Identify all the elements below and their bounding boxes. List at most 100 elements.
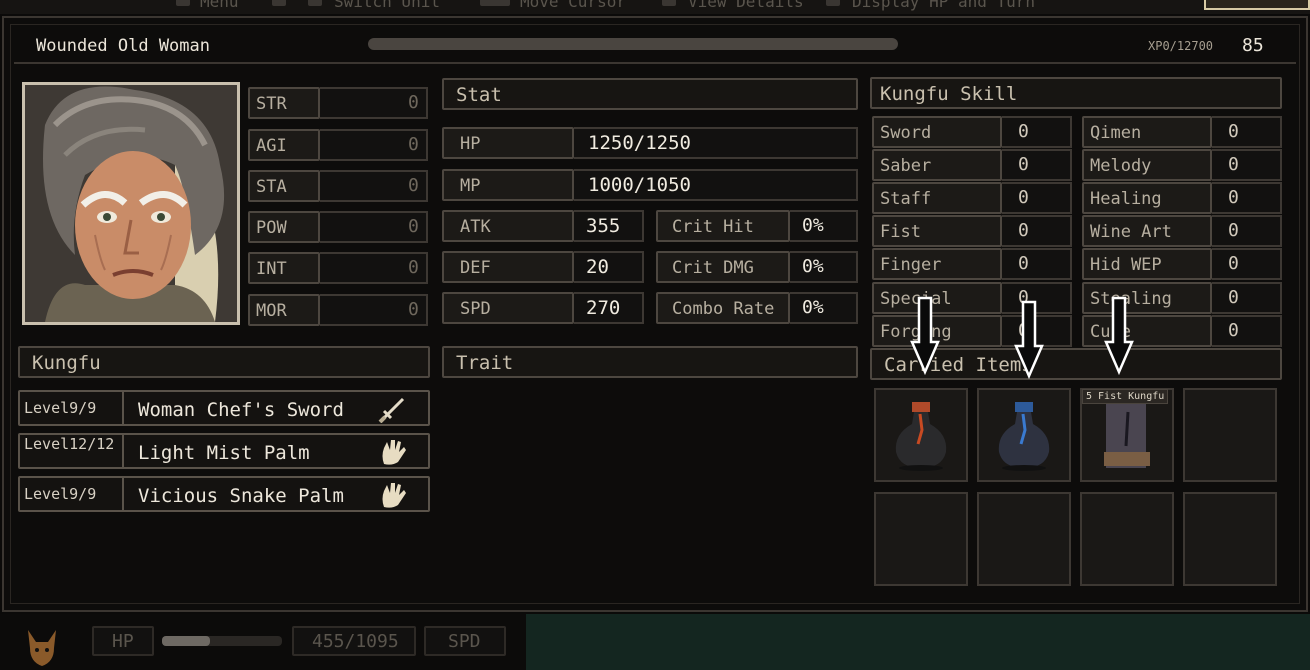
kungfu-name: Vicious Snake Palm [138,485,344,507]
skill-value: 0 [1018,154,1029,175]
blue-potion-icon [998,402,1050,471]
stat-label: ATK [460,217,491,237]
stat-label: SPD [460,299,491,319]
attr-label: STA [256,177,287,197]
item-slot[interactable] [1183,492,1277,586]
skill-healing-row: Healing 0 [1082,182,1282,214]
attr-value: 0 [408,175,419,196]
trait-title: Trait [456,352,514,374]
attr-label: STR [256,94,287,114]
carried-items-title: Carried Items [884,354,1033,376]
item-slot[interactable] [1183,388,1277,482]
key-icon [308,0,322,6]
skill-value: 0 [1228,187,1239,208]
skill-melody-row: Melody 0 [1082,149,1282,181]
skill-qimen-row: Qimen 0 [1082,116,1282,148]
kungfu-name: Woman Chef's Sword [138,399,344,421]
item-slot[interactable] [874,388,968,482]
stat-label: Crit Hit [672,217,754,237]
skill-label: Saber [880,156,932,176]
kungfu-name: Light Mist Palm [138,442,310,464]
skill-value: 0 [1018,121,1029,142]
character-name: Wounded Old Woman [36,36,210,56]
skill-label: Melody [1090,156,1152,176]
top-right-frame [1204,0,1310,10]
attr-pow-row: POW 0 [248,211,428,243]
hint-move-cursor: Move Cursor [520,0,626,11]
key-icon [272,0,286,6]
skill-value: 0 [1228,287,1239,308]
skill-value: 0 [1228,220,1239,241]
skill-label: Hid WEP [1090,255,1162,275]
skill-value: 0 [1228,154,1239,175]
item-slot[interactable] [977,492,1071,586]
stat-label: MP [460,176,481,196]
hp-label: HP [112,631,134,652]
skill-label: Fist [880,222,921,242]
kungfu-header: Kungfu [18,346,430,378]
attr-label: INT [256,259,287,279]
xp-bar [368,38,898,50]
item-slot[interactable] [977,388,1071,482]
top-hint-bar: Menu Switch Unit Move Cursor View Detail… [0,0,1310,14]
attr-sta-row: STA 0 [248,170,428,202]
skill-value: 0 [1018,220,1029,241]
item-slot[interactable] [1080,492,1174,586]
crit-dmg-value: 0% [802,256,824,277]
attr-label: AGI [256,136,287,156]
spd-tag: SPD [424,626,506,656]
stat-crit-hit-row: Crit Hit 0% [656,210,858,242]
character-portrait [22,82,240,325]
skill-value: 0 [1018,253,1029,274]
hint-display-hp: Display HP and Turn [852,0,1036,11]
level-value: 85 [1242,35,1264,56]
skill-finger-row: Finger 0 [872,248,1072,280]
map-area [526,614,1310,670]
key-icon [826,0,840,6]
hint-switch-unit: Switch Unit [334,0,440,11]
hint-menu: Menu [200,0,239,11]
kungfu-entry[interactable]: Level12/12 Light Mist Palm [18,433,430,469]
kungfu-title: Kungfu [32,352,101,374]
skill-value: 0 [1228,121,1239,142]
kungfu-entry[interactable]: Level9/9 Woman Chef's Sword [18,390,430,426]
kungfu-entry[interactable]: Level9/9 Vicious Snake Palm [18,476,430,512]
stat-label: DEF [460,258,491,278]
hp-tag: HP [92,626,154,656]
stat-label: Crit DMG [672,258,754,278]
kungfu-skill-title: Kungfu Skill [880,83,1018,105]
down-arrow-icon [1104,296,1134,376]
item-tooltip: 5 Fist Kungfu [1082,389,1169,404]
sword-icon [378,397,405,423]
skill-staff-row: Staff 0 [872,182,1072,214]
attr-label: MOR [256,301,287,321]
spd-value: 270 [586,297,621,319]
stat-label: HP [460,134,481,154]
header-divider [14,62,1296,64]
old-woman-portrait-image [25,85,237,322]
skill-wine-art-row: Wine Art 0 [1082,215,1282,247]
bottom-hud: HP 455/1095 SPD [0,614,1310,670]
skill-label: Staff [880,189,932,209]
kungfu-level: Level9/9 [24,399,97,417]
trait-header: Trait [442,346,858,378]
kungfu-skill-header: Kungfu Skill [870,77,1282,109]
attr-mor-row: MOR 0 [248,294,428,326]
attr-value: 0 [408,299,419,320]
spd-label: SPD [448,631,481,652]
attr-value: 0 [408,257,419,278]
key-icon [176,0,190,6]
hp-readout: 455/1095 [312,631,399,652]
down-arrow-icon [1014,300,1044,380]
skill-label: Finger [880,255,942,275]
crit-hit-value: 0% [802,215,824,236]
kungfu-level: Level12/12 [24,435,115,453]
kungfu-level: Level9/9 [24,485,97,503]
item-slot[interactable] [874,492,968,586]
attr-label: POW [256,218,287,238]
skill-label: Wine Art [1090,222,1172,242]
stat-mp-row: MP 1000/1050 [442,169,858,201]
stat-spd-row: SPD 270 [442,292,644,324]
stat-def-row: DEF 20 [442,251,644,283]
skill-label: Qimen [1090,123,1142,143]
